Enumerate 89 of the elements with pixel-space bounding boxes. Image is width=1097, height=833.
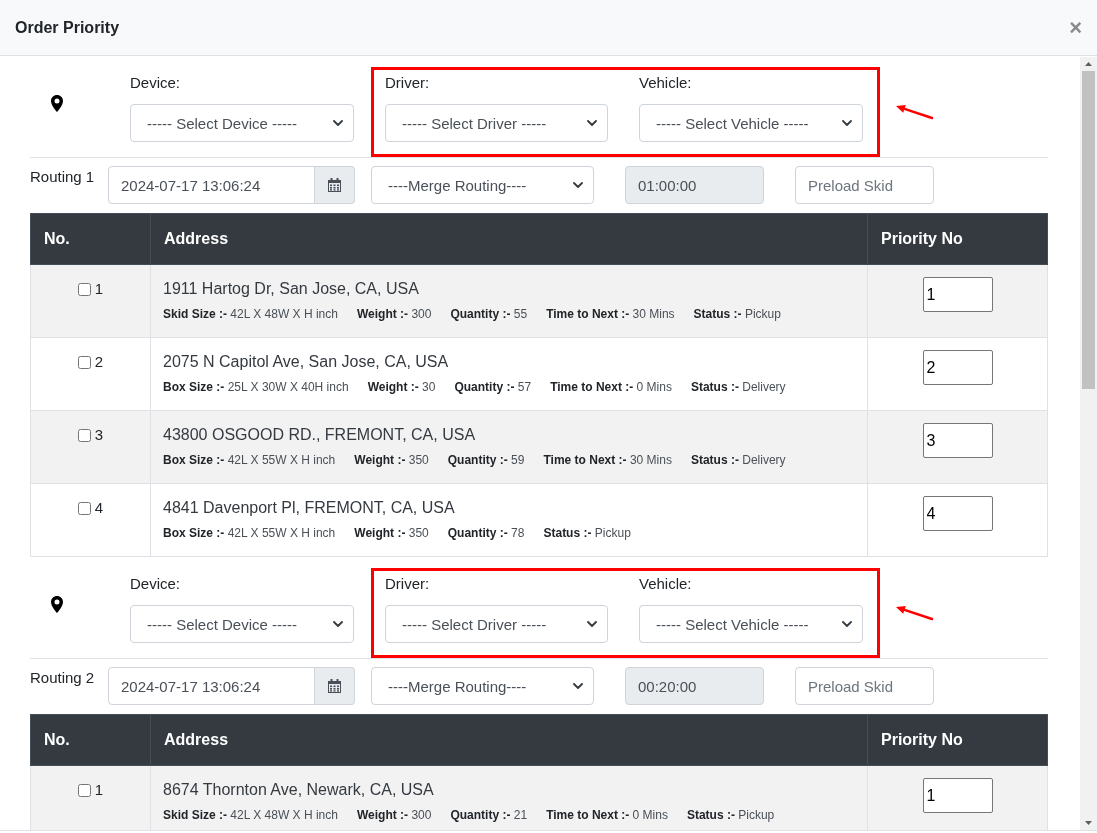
detail-text: Status :- Pickup (693, 306, 781, 323)
detail-text: Weight :- 30 (367, 379, 436, 396)
detail-text: Time to Next :- 30 Mins (546, 306, 675, 323)
column-header: Address (150, 714, 868, 766)
chevron-icon (842, 621, 852, 627)
detail-text: Quantity :- 78 (447, 525, 525, 542)
chevron-icon (573, 683, 583, 689)
row-number: 2 (94, 352, 104, 372)
detail-text: Weight :- 350 (354, 452, 429, 469)
row-checkbox[interactable] (77, 783, 91, 797)
driver-label: Driver: (385, 74, 430, 92)
priority-input[interactable]: 1 (922, 277, 993, 312)
date-field[interactable]: 2024-07-17 13:06:24 (108, 166, 315, 204)
address-text: 1911 Hartog Dr, San Jose, CA, USA (163, 279, 420, 299)
detail-text: Status :- Delivery (690, 452, 786, 469)
row-number: 3 (94, 425, 104, 445)
scroll-up-icon[interactable] (1085, 62, 1092, 66)
column-header: No. (30, 213, 151, 265)
detail-text: Weight :- 300 (356, 807, 432, 824)
device-label: Device: (130, 575, 181, 593)
detail-text: Quantity :- 55 (450, 306, 528, 323)
map-pin-icon (51, 596, 63, 613)
driver-select[interactable]: ----- Select Driver ----- (385, 605, 608, 643)
preload-skid-field[interactable]: Preload Skid (795, 166, 934, 204)
chevron-icon (573, 182, 583, 188)
vehicle-label: Vehicle: (639, 575, 692, 593)
calendar-icon (328, 679, 341, 693)
detail-text: Time to Next :- 30 Mins (543, 452, 672, 469)
vehicle-select[interactable]: ----- Select Vehicle ----- (639, 104, 863, 142)
chevron-icon (587, 120, 597, 126)
priority-input[interactable]: 2 (922, 350, 993, 385)
chevron-icon (842, 120, 852, 126)
vehicle-label: Vehicle: (639, 74, 692, 92)
column-header: No. (30, 714, 151, 766)
column-header: Priority No (867, 213, 1048, 265)
device-label: Device: (130, 74, 181, 92)
calendar-button[interactable] (315, 166, 355, 204)
address-text: 43800 OSGOOD RD., FREMONT, CA, USA (163, 425, 477, 445)
driver-select[interactable]: ----- Select Driver ----- (385, 104, 608, 142)
detail-text: Status :- Pickup (686, 807, 775, 824)
address-text: 2075 N Capitol Ave, San Jose, CA, USA (163, 352, 450, 372)
device-select[interactable]: ----- Select Device ----- (130, 605, 354, 643)
scroll-down-icon[interactable] (1085, 821, 1092, 825)
map-pin-icon (51, 95, 63, 112)
detail-text: Quantity :- 57 (454, 379, 532, 396)
modal-title: Order Priority (15, 18, 120, 37)
chevron-icon (333, 120, 343, 126)
row-number: 4 (94, 498, 104, 518)
detail-text: Box Size :- 42L X 55W X H inch (163, 452, 336, 469)
detail-text: Status :- Pickup (543, 525, 631, 542)
column-header: Priority No (867, 714, 1048, 766)
row-checkbox[interactable] (77, 501, 91, 515)
detail-text: Weight :- 350 (354, 525, 429, 542)
address-text: 8674 Thornton Ave, Newark, CA, USA (163, 780, 435, 800)
priority-input[interactable]: 3 (922, 423, 993, 458)
row-checkbox[interactable] (77, 428, 91, 442)
detail-text: Time to Next :- 0 Mins (546, 807, 668, 824)
detail-text: Box Size :- 42L X 55W X H inch (163, 525, 336, 542)
calendar-icon (328, 178, 341, 192)
scrollbar[interactable] (1080, 57, 1097, 830)
detail-text: Weight :- 300 (356, 306, 432, 323)
row-number: 1 (94, 780, 104, 800)
merge-routing-select[interactable]: ----Merge Routing---- (371, 166, 594, 204)
priority-input[interactable]: 1 (922, 778, 993, 813)
date-field[interactable]: 2024-07-17 13:06:24 (108, 667, 315, 705)
column-header: Address (150, 213, 868, 265)
device-select[interactable]: ----- Select Device ----- (130, 104, 354, 142)
detail-text: Skid Size :- 42L X 48W X H inch (163, 807, 338, 824)
merge-routing-select[interactable]: ----Merge Routing---- (371, 667, 594, 705)
vehicle-select[interactable]: ----- Select Vehicle ----- (639, 605, 863, 643)
detail-text: Quantity :- 59 (447, 452, 525, 469)
row-checkbox[interactable] (77, 355, 91, 369)
chevron-icon (587, 621, 597, 627)
row-checkbox[interactable] (77, 282, 91, 296)
routing-label: Routing 1 (30, 167, 96, 187)
detail-text: Quantity :- 21 (450, 807, 528, 824)
row-number: 1 (94, 279, 104, 299)
priority-input[interactable]: 4 (922, 496, 993, 531)
routing-label: Routing 2 (30, 668, 96, 688)
driver-label: Driver: (385, 575, 430, 593)
detail-text: Box Size :- 25L X 30W X 40H inch (163, 379, 349, 396)
preload-skid-field[interactable]: Preload Skid (795, 667, 934, 705)
detail-text: Status :- Delivery (690, 379, 786, 396)
detail-text: Time to Next :- 0 Mins (550, 379, 672, 396)
scrollbar-thumb[interactable] (1082, 71, 1095, 389)
detail-text: Skid Size :- 42L X 48W X H inch (163, 306, 338, 323)
address-text: 4841 Davenport Pl, FREMONT, CA, USA (163, 498, 456, 518)
calendar-button[interactable] (315, 667, 355, 705)
chevron-icon (333, 621, 343, 627)
